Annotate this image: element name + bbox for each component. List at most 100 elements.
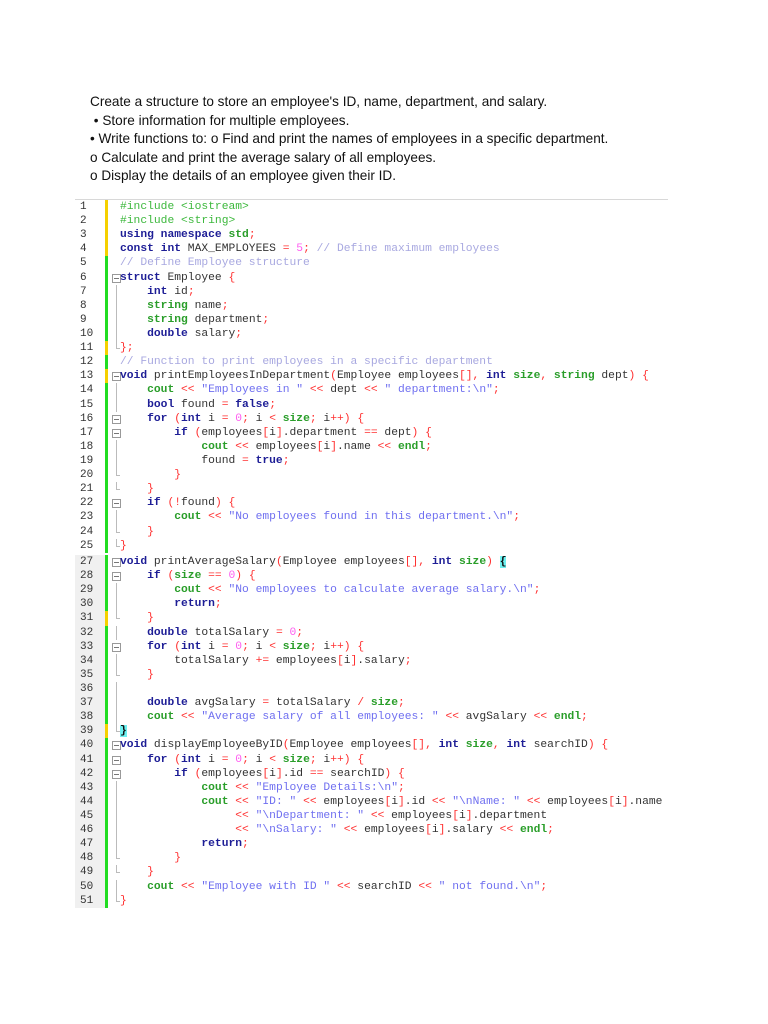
code-token: = xyxy=(242,454,249,467)
change-marker xyxy=(105,383,108,398)
line-number: 16 xyxy=(80,412,94,425)
code-token: ; xyxy=(540,880,548,893)
code-token: i xyxy=(201,412,222,425)
code-token: (! xyxy=(167,497,182,510)
code-token: Employee employees xyxy=(289,739,412,752)
code-token: ; xyxy=(404,654,412,667)
change-marker xyxy=(105,341,108,356)
code-screenshot-2: 27 void printAverageSalary(Employee emplo… xyxy=(75,555,668,908)
code-line: 15 bool found = false; xyxy=(75,397,668,412)
line-number: 8 xyxy=(80,299,87,312)
code-line: 19 found = true; xyxy=(75,453,668,469)
code-line: 36 xyxy=(75,681,668,697)
code-token: ( xyxy=(282,739,290,752)
code-text: for (int i = 0; i < size; i++) { xyxy=(120,753,364,767)
change-marker xyxy=(105,298,108,313)
code-line: 22 if (!found) { xyxy=(75,496,668,511)
code-token: << xyxy=(309,384,324,397)
line-number: 33 xyxy=(75,639,108,654)
code-line: 1 #include <iostream> xyxy=(75,200,668,215)
line-number: 18 xyxy=(80,440,94,453)
code-text: #include <string> xyxy=(120,214,235,228)
code-token: void xyxy=(120,370,148,383)
code-token: { xyxy=(228,497,236,510)
code-line: 6 struct Employee { xyxy=(75,270,668,285)
code-token: .salary xyxy=(357,654,405,667)
code-token: "No employees to calculate average salar… xyxy=(228,584,534,597)
code-token: i xyxy=(201,753,222,766)
code-token: ; xyxy=(581,711,588,724)
code-token: } xyxy=(147,483,154,496)
code-token: endl xyxy=(398,440,426,453)
code-text: cout << "Average salary of all employees… xyxy=(120,710,588,724)
code-token: ; xyxy=(309,753,317,766)
code-token: int xyxy=(431,556,453,568)
code-token: ; xyxy=(242,640,249,653)
code-line: 46 << "\nSalary: " << employees[i].salar… xyxy=(75,823,668,838)
code-token: } xyxy=(147,866,154,879)
code-token: "ID: " xyxy=(255,795,297,808)
code-token: int xyxy=(181,412,202,425)
line-number: 19 xyxy=(80,454,94,467)
code-screenshot-1: 1 #include <iostream> 2 #include <string> 3 u… xyxy=(75,199,668,553)
code-token: [ xyxy=(452,809,459,822)
code-token: found xyxy=(181,497,215,510)
code-text: } xyxy=(120,539,127,553)
line-number: 6 xyxy=(80,271,87,284)
line-number: 22 xyxy=(80,497,94,510)
code-token: << xyxy=(181,711,195,724)
code-token: [], xyxy=(411,739,432,752)
code-line: 38 cout << "Average salary of all employ… xyxy=(75,710,668,725)
fold-guide xyxy=(111,681,121,697)
code-token: .id xyxy=(404,795,432,808)
code-line: 17 if (employees[i].department == dept) … xyxy=(75,425,668,440)
change-marker xyxy=(105,837,108,852)
code-token: string xyxy=(553,370,595,383)
code-token: endl xyxy=(553,711,582,724)
code-token: } xyxy=(174,469,182,482)
code-token: dept xyxy=(594,370,629,383)
task-description: Create a structure to store an employee'… xyxy=(90,93,608,186)
code-token: // Define Employee structure xyxy=(120,257,310,270)
code-token: "Employees in " xyxy=(201,384,304,397)
code-line: 3 using namespace std; xyxy=(75,228,668,243)
code-line: 11}; xyxy=(75,341,668,356)
code-token: i xyxy=(269,426,276,439)
code-token: ; xyxy=(397,781,405,794)
code-token: i xyxy=(248,753,270,766)
change-marker xyxy=(105,496,108,511)
code-token: ; xyxy=(214,598,222,611)
code-token: ] xyxy=(275,426,283,439)
line-number: 2 xyxy=(80,215,87,228)
code-token: } xyxy=(120,539,127,552)
change-marker xyxy=(105,710,108,725)
code-token: , xyxy=(492,739,500,752)
code-token: void xyxy=(120,739,148,752)
code-token: if xyxy=(147,570,161,583)
code-token: ; xyxy=(513,511,520,524)
code-token: searchID xyxy=(323,767,385,780)
code-token: for xyxy=(147,640,168,653)
code-text: void printEmployeesInDepartment(Employee… xyxy=(120,369,649,383)
code-token: << xyxy=(533,711,548,724)
code-token: } xyxy=(147,525,154,538)
code-token: { xyxy=(357,640,365,653)
code-token: } xyxy=(147,612,154,625)
code-token: double xyxy=(147,327,188,340)
change-marker xyxy=(105,667,108,682)
code-line: 4 const int MAX_EMPLOYEES = 5; // Define … xyxy=(75,242,668,257)
code-text: // Function to print employees in a spec… xyxy=(120,355,493,369)
code-token: int xyxy=(486,370,507,383)
